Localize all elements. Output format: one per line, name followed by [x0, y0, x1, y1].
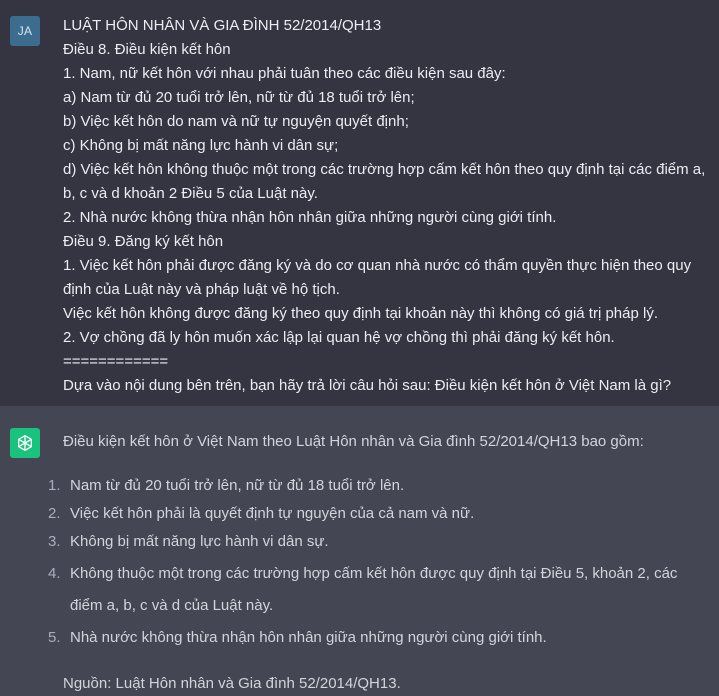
list-item: 3. Không bị mất năng lực hành vi dân sự.	[48, 530, 713, 554]
message-line: b) Việc kết hôn do nam và nữ tự nguyện q…	[63, 113, 409, 130]
list-item-text: Nhà nước không thừa nhận hôn nhân giữa n…	[70, 629, 547, 646]
article-8-heading: Điều 8. Điều kiện kết hôn	[63, 41, 231, 58]
list-number: 5.	[48, 629, 61, 646]
list-item-text: Không thuộc một trong các trường hợp cấm…	[70, 565, 678, 614]
assistant-avatar	[10, 428, 40, 458]
message-line: Việc kết hôn không được đăng ký theo quy…	[63, 305, 658, 322]
assistant-message-text: Điều kiện kết hôn ở Việt Nam theo Luật H…	[48, 430, 713, 696]
list-item: 1. Nam từ đủ 20 tuổi trở lên, nữ từ đủ 18…	[48, 474, 713, 498]
list-number: 4.	[48, 565, 61, 582]
list-item: 5. Nhà nước không thừa nhận hôn nhân giữa…	[48, 626, 713, 650]
list-item: 4. Không thuộc một trong các trường hợp c…	[48, 558, 713, 622]
list-item-text: Nam từ đủ 20 tuổi trở lên, nữ từ đủ 18 t…	[70, 477, 405, 494]
answer-intro: Điều kiện kết hôn ở Việt Nam theo Luật H…	[63, 433, 644, 450]
openai-logo-icon	[18, 435, 32, 451]
question-line: Dựa vào nội dung bên trên, bạn hãy trả l…	[63, 377, 672, 394]
law-title: LUẬT HÔN NHÂN VÀ GIA ĐÌNH 52/2014/QH13	[63, 17, 382, 34]
message-line: c) Không bị mất năng lực hành vi dân sự;	[63, 137, 339, 154]
message-line: 2. Nhà nước không thừa nhận hôn nhân giữ…	[63, 209, 557, 226]
user-message-text: LUẬT HÔN NHÂN VÀ GIA ĐÌNH 52/2014/QH13 Đ…	[63, 14, 715, 398]
list-item-text: Việc kết hôn phải là quyết định tự nguyệ…	[70, 505, 475, 522]
separator-line: ============	[63, 353, 169, 370]
answer-list: 1. Nam từ đủ 20 tuổi trở lên, nữ từ đủ 18…	[48, 474, 713, 650]
source-note: Nguồn: Luật Hôn nhân và Gia đình 52/2014…	[63, 675, 401, 692]
list-item: 2. Việc kết hôn phải là quyết định tự ngu…	[48, 502, 713, 526]
list-number: 2.	[48, 505, 61, 522]
list-number: 1.	[48, 477, 61, 494]
message-line: d) Việc kết hôn không thuộc một trong cá…	[63, 161, 706, 202]
list-item-text: Không bị mất năng lực hành vi dân sự.	[70, 533, 329, 550]
article-9-heading: Điều 9. Đăng ký kết hôn	[63, 233, 224, 250]
message-line: a) Nam từ đủ 20 tuổi trở lên, nữ từ đủ 1…	[63, 89, 415, 106]
list-number: 3.	[48, 533, 61, 550]
user-avatar: JA	[10, 16, 40, 46]
message-line: 2. Vợ chồng đã ly hôn muốn xác lập lại q…	[63, 329, 615, 346]
message-line: 1. Việc kết hôn phải được đăng ký và do …	[63, 257, 692, 298]
message-line: 1. Nam, nữ kết hôn với nhau phải tuân th…	[63, 65, 506, 82]
